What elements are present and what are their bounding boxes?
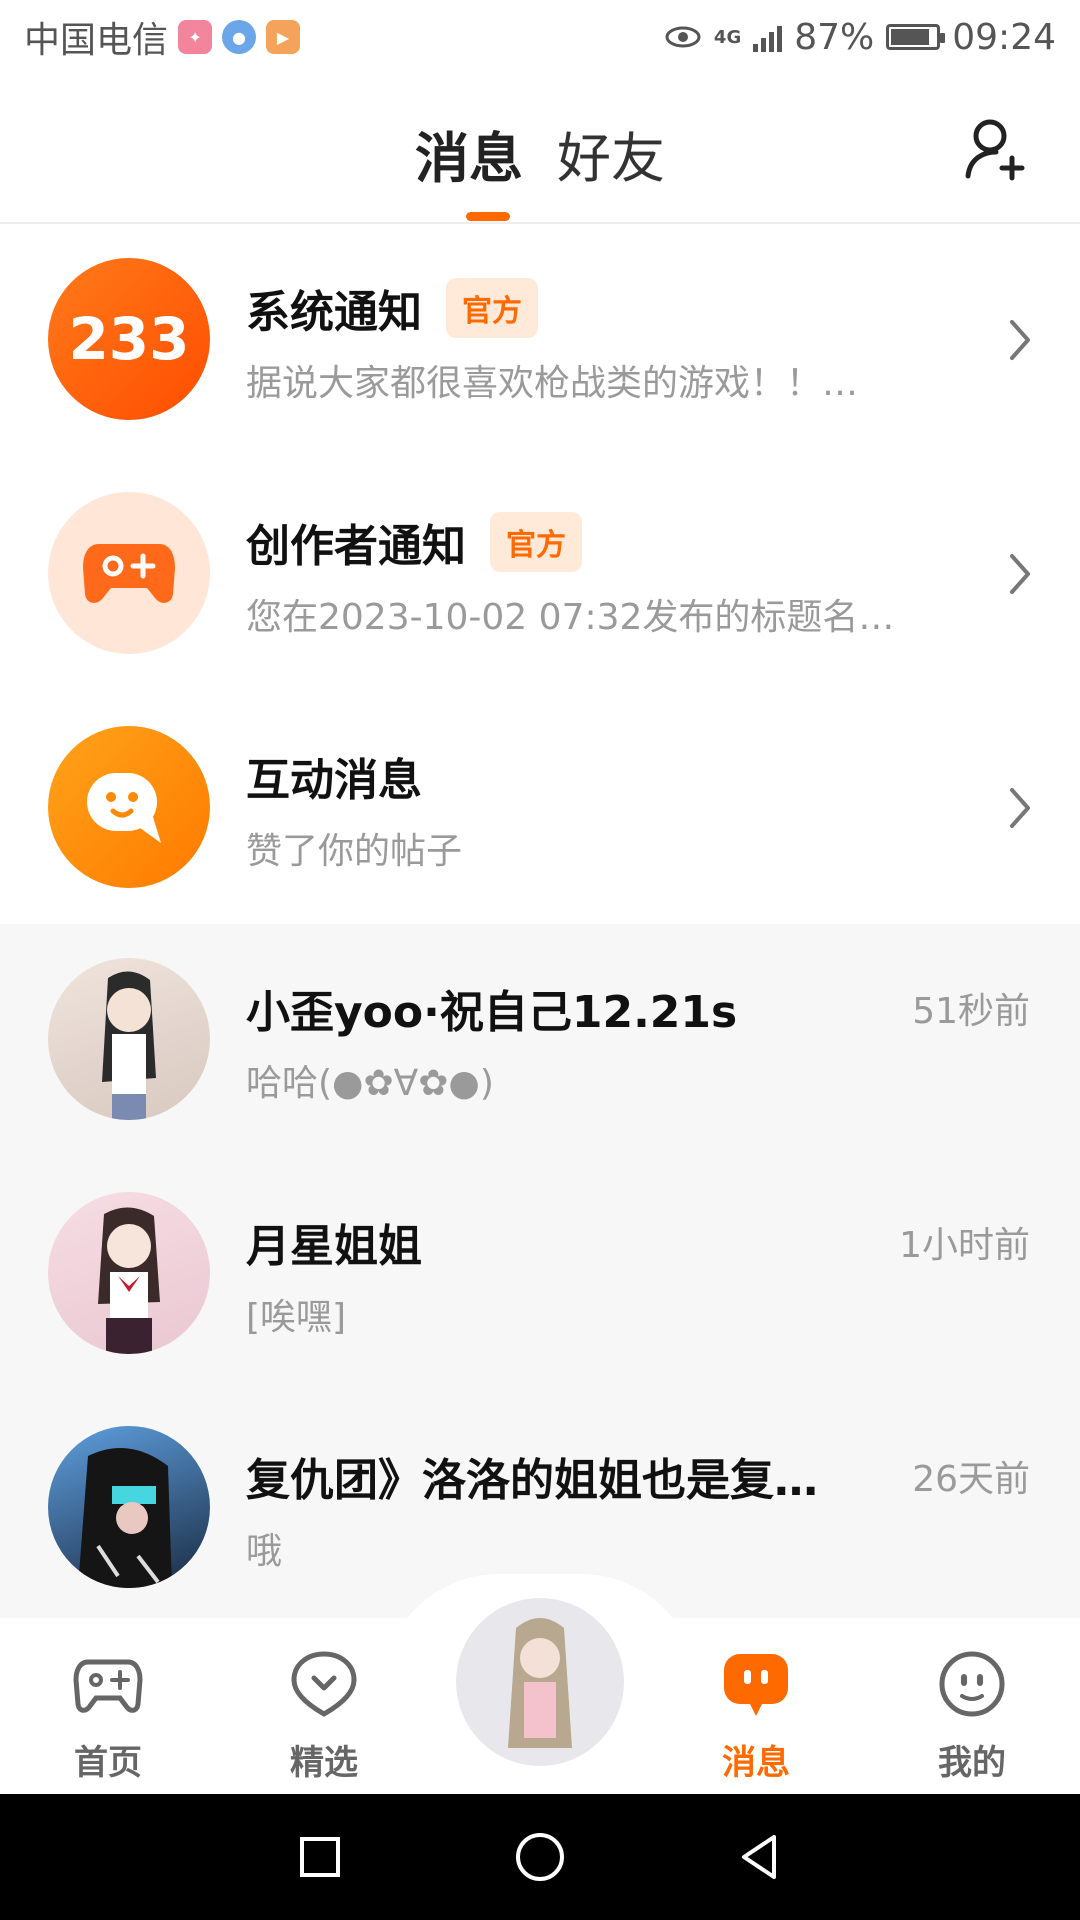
avatar (48, 958, 210, 1120)
chat-name: 复仇团》洛洛的姐姐也是复… (246, 1455, 818, 1506)
eye-comfort-icon (665, 26, 701, 48)
list-item-system-notice[interactable]: 233 系统通知 官方 据说大家都很喜欢枪战类的游戏！！… (0, 224, 1080, 458)
system-navigation-bar (0, 1794, 1080, 1920)
row-title-text: 创作者通知 (246, 521, 466, 572)
nav-messages-label: 消息 (722, 1743, 790, 1783)
recent-apps-button[interactable] (290, 1827, 350, 1887)
row-subtitle: 您在2023-10-02 07:32发布的标题名… (246, 597, 895, 638)
message-icon (724, 1654, 788, 1716)
nav-featured[interactable]: 精选 (254, 1648, 394, 1784)
status-left: 中国电信 ✦ ● ▶ (24, 11, 301, 63)
avatar (48, 1426, 210, 1588)
network-type: 4G (713, 26, 742, 48)
row-subtitle: 据说大家都很喜欢枪战类的游戏！！… (246, 363, 859, 404)
browser-notification-icon: ● (222, 20, 257, 54)
nav-profile-label: 我的 (938, 1743, 1006, 1783)
chat-preview: 哈哈(●✿∀✿●) (246, 1063, 494, 1104)
chat-name: 小歪yoo·祝自己12.21s (246, 987, 738, 1038)
app-notification-icon: ✦ (178, 20, 213, 54)
row-title-text: 互动消息 (246, 755, 422, 806)
gamepad-icon (73, 1659, 143, 1713)
row-title: 互动消息 (246, 744, 422, 808)
heart-chat-icon (291, 1651, 357, 1717)
status-bar: 中国电信 ✦ ● ▶ 4G 87% 09:24 (0, 0, 1080, 74)
add-user-icon[interactable] (962, 114, 1032, 184)
video-notification-icon: ▶ (266, 20, 301, 54)
home-button[interactable] (510, 1827, 570, 1887)
tab-bar: 消息 好友 (0, 114, 1080, 193)
battery-level (891, 29, 930, 45)
system-notice-avatar: 233 (48, 258, 210, 420)
chat-list: 小歪yoo·祝自己12.21s 51秒前 哈哈(●✿∀✿●) 月星姐姐 1小时前… (0, 924, 1080, 1624)
nav-home-label: 首页 (74, 1743, 142, 1783)
row-subtitle: 赞了你的帖子 (246, 831, 463, 872)
tab-friends[interactable]: 好友 (557, 114, 665, 193)
nav-featured-label: 精选 (290, 1743, 358, 1783)
chat-preview: 哦 (246, 1531, 283, 1572)
chat-time: 26天前 (912, 1459, 1030, 1500)
official-badge: 官方 (446, 278, 538, 338)
character-avatar-image (78, 1448, 172, 1588)
chevron-right-icon (1010, 554, 1030, 594)
nav-home[interactable]: 首页 (38, 1648, 178, 1784)
chat-time: 51秒前 (912, 991, 1030, 1032)
creator-notice-avatar (48, 492, 210, 654)
battery-percent: 87% (794, 16, 875, 58)
center-avatar-button[interactable] (456, 1598, 624, 1766)
chevron-right-icon (1010, 788, 1030, 828)
chat-preview: [唉嘿] (246, 1297, 347, 1338)
chat-time: 1小时前 (899, 1225, 1030, 1266)
chat-name: 月星姐姐 (246, 1221, 422, 1272)
back-button[interactable] (730, 1827, 790, 1887)
profile-face-icon (939, 1651, 1005, 1717)
carrier-label: 中国电信 (24, 20, 169, 61)
nav-messages[interactable]: 消息 (686, 1648, 826, 1784)
header: 消息 好友 (0, 74, 1080, 224)
chat-smile-icon (87, 773, 161, 843)
chevron-right-icon (1010, 320, 1030, 360)
avatar (48, 1192, 210, 1354)
row-title: 系统通知 官方 (246, 276, 538, 340)
signal-icon (753, 22, 783, 52)
battery-icon (886, 24, 946, 50)
clock: 09:24 (952, 16, 1056, 58)
list-item-interactions[interactable]: 互动消息 赞了你的帖子 (0, 692, 1080, 926)
avatar-233-label: 233 (68, 305, 190, 373)
list-item-creator-notice[interactable]: 创作者通知 官方 您在2023-10-02 07:32发布的标题名… (0, 458, 1080, 692)
bottom-navigation: 首页 精选 消息 我的 (0, 1574, 1080, 1794)
nav-profile[interactable]: 我的 (902, 1648, 1042, 1784)
character-avatar-image (102, 971, 156, 1120)
official-message-list: 233 系统通知 官方 据说大家都很喜欢枪战类的游戏！！… 创作者通知 官方 您… (0, 224, 1080, 924)
tab-messages[interactable]: 消息 (415, 114, 523, 193)
character-avatar-image (98, 1207, 160, 1354)
row-title-text: 系统通知 (246, 287, 422, 338)
official-badge: 官方 (490, 512, 582, 572)
list-item-chat[interactable]: 月星姐姐 1小时前 [唉嘿] (0, 1158, 1080, 1392)
status-right: 4G 87% 09:24 (664, 17, 1056, 58)
row-title: 创作者通知 官方 (246, 510, 582, 574)
interactions-avatar (48, 726, 210, 888)
gamepad-plus-icon (83, 544, 175, 603)
character-avatar-image (508, 1618, 572, 1748)
list-item-chat[interactable]: 小歪yoo·祝自己12.21s 51秒前 哈哈(●✿∀✿●) (0, 924, 1080, 1158)
active-tab-indicator (466, 212, 510, 221)
